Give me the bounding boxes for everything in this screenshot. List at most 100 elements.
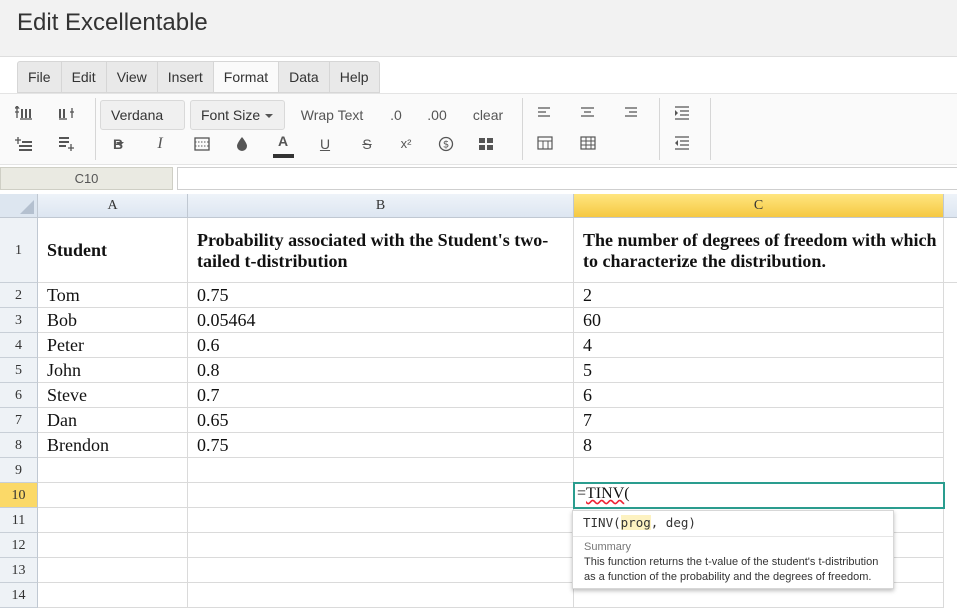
- font-family-dropdown[interactable]: Verdana: [100, 100, 185, 147]
- column-header-a[interactable]: A: [38, 194, 188, 218]
- insert-row-above-icon[interactable]: [10, 132, 36, 156]
- font-color-button[interactable]: A: [270, 128, 296, 154]
- editor-function-name: TINV: [586, 485, 625, 502]
- cell-a3[interactable]: Bob: [38, 308, 188, 333]
- cell-b9[interactable]: [188, 458, 574, 483]
- menu-insert[interactable]: Insert: [158, 62, 214, 92]
- formula-input[interactable]: [177, 167, 957, 190]
- indent-icon[interactable]: [669, 102, 695, 126]
- cell-b10[interactable]: [188, 483, 574, 508]
- cell-d1[interactable]: [944, 218, 957, 283]
- decrease-decimal-button[interactable]: .0: [382, 102, 410, 128]
- cell-a14[interactable]: [38, 583, 188, 608]
- cell-b11[interactable]: [188, 508, 574, 533]
- toolbar-divider: [522, 98, 523, 160]
- align-left-icon[interactable]: [532, 102, 558, 126]
- cell-b13[interactable]: [188, 558, 574, 583]
- bold-button[interactable]: B: [105, 131, 131, 157]
- merge-cells-icon[interactable]: [473, 132, 499, 156]
- column-header-d[interactable]: [944, 194, 957, 218]
- column-header-c[interactable]: C: [574, 194, 944, 218]
- row-header[interactable]: 1: [0, 218, 38, 283]
- increase-decimal-button[interactable]: .00: [421, 102, 453, 128]
- align-right-icon[interactable]: [618, 102, 644, 126]
- format-toolbar: Verdana Font Size Wrap Text .0 .00 clear…: [0, 93, 957, 165]
- row-header[interactable]: 2: [0, 283, 38, 308]
- underline-button[interactable]: U: [312, 131, 338, 157]
- row-header[interactable]: 13: [0, 558, 38, 583]
- insert-column-right-icon[interactable]: [53, 102, 79, 126]
- table-icon[interactable]: [532, 132, 558, 156]
- row-header[interactable]: 11: [0, 508, 38, 533]
- row-header[interactable]: 7: [0, 408, 38, 433]
- cell-a9[interactable]: [38, 458, 188, 483]
- cell-b2[interactable]: 0.75: [188, 283, 574, 308]
- cell-b3[interactable]: 0.05464: [188, 308, 574, 333]
- font-size-dropdown[interactable]: Font Size: [190, 100, 285, 130]
- insert-row-below-icon[interactable]: [53, 132, 79, 156]
- menu-file[interactable]: File: [18, 62, 62, 92]
- formula-bar: C10: [0, 166, 957, 192]
- cell-b14[interactable]: [188, 583, 574, 608]
- row-header[interactable]: 8: [0, 433, 38, 458]
- cell-b5[interactable]: 0.8: [188, 358, 574, 383]
- row-header[interactable]: 4: [0, 333, 38, 358]
- cell-c5[interactable]: 5: [574, 358, 944, 383]
- row-header[interactable]: 5: [0, 358, 38, 383]
- cell-c3[interactable]: 60: [574, 308, 944, 333]
- insert-column-left-icon[interactable]: [10, 102, 36, 126]
- menu-edit[interactable]: Edit: [62, 62, 107, 92]
- cell-c4[interactable]: 4: [574, 333, 944, 358]
- signature-current-arg: prog: [620, 515, 651, 530]
- cell-b8[interactable]: 0.75: [188, 433, 574, 458]
- superscript-button[interactable]: x²: [393, 131, 419, 157]
- select-all-corner[interactable]: [0, 194, 38, 218]
- row-header[interactable]: 10: [0, 483, 38, 508]
- clear-format-button[interactable]: clear: [466, 102, 510, 128]
- menu-format[interactable]: Format: [213, 62, 280, 92]
- cell-b4[interactable]: 0.6: [188, 333, 574, 358]
- row-header[interactable]: 9: [0, 458, 38, 483]
- strikethrough-button[interactable]: S: [354, 131, 380, 157]
- row-header[interactable]: 3: [0, 308, 38, 333]
- menu-data[interactable]: Data: [279, 62, 330, 92]
- cell-a8[interactable]: Brendon: [38, 433, 188, 458]
- cell-b7[interactable]: 0.65: [188, 408, 574, 433]
- cell-a1[interactable]: Student: [38, 218, 188, 283]
- cell-a6[interactable]: Steve: [38, 383, 188, 408]
- cell-reference-box[interactable]: C10: [0, 167, 173, 190]
- cell-b12[interactable]: [188, 533, 574, 558]
- cell-c6[interactable]: 6: [574, 383, 944, 408]
- cell-c2[interactable]: 2: [574, 283, 944, 308]
- cell-a11[interactable]: [38, 508, 188, 533]
- borders-icon[interactable]: [189, 132, 215, 156]
- column-header-b[interactable]: B: [188, 194, 574, 218]
- cell-b6[interactable]: 0.7: [188, 383, 574, 408]
- fill-color-icon[interactable]: [229, 132, 255, 156]
- row-header[interactable]: 6: [0, 383, 38, 408]
- cell-c8[interactable]: 8: [574, 433, 944, 458]
- cell-a7[interactable]: Dan: [38, 408, 188, 433]
- cell-a10[interactable]: [38, 483, 188, 508]
- outdent-icon[interactable]: [669, 132, 695, 156]
- cell-a5[interactable]: John: [38, 358, 188, 383]
- cell-b1[interactable]: Probability associated with the Student'…: [188, 218, 574, 283]
- cell-c1[interactable]: The number of degrees of freedom with wh…: [574, 218, 944, 283]
- currency-icon[interactable]: $: [433, 132, 459, 156]
- align-center-icon[interactable]: [575, 102, 601, 126]
- row-header[interactable]: 14: [0, 583, 38, 608]
- wrap-text-button[interactable]: Wrap Text: [293, 102, 371, 128]
- cell-a12[interactable]: [38, 533, 188, 558]
- grid-icon[interactable]: [575, 132, 601, 156]
- cell-a13[interactable]: [38, 558, 188, 583]
- menu-help[interactable]: Help: [330, 62, 379, 92]
- cell-c7[interactable]: 7: [574, 408, 944, 433]
- active-cell-editor[interactable]: =TINV(: [573, 482, 945, 509]
- cell-c9[interactable]: [574, 458, 944, 483]
- cell-a4[interactable]: Peter: [38, 333, 188, 358]
- cell-a2[interactable]: Tom: [38, 283, 188, 308]
- row-header[interactable]: 12: [0, 533, 38, 558]
- italic-button[interactable]: I: [147, 131, 173, 157]
- app-title: Edit Excellentable: [17, 9, 208, 36]
- menu-view[interactable]: View: [107, 62, 158, 92]
